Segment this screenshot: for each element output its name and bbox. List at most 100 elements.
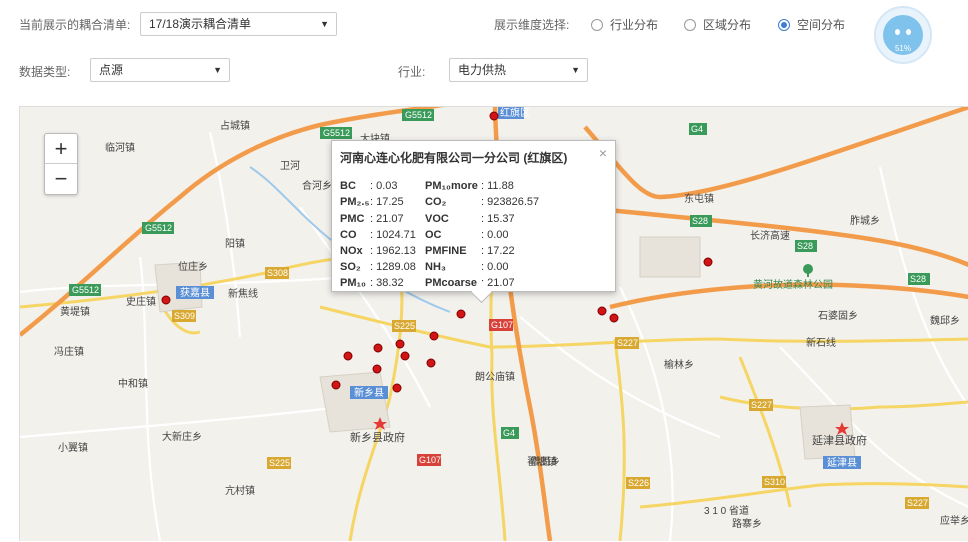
industry-label: 行业: — [398, 65, 426, 79]
datatype-select[interactable]: 点源 ▼ — [90, 58, 230, 82]
place-label: 合河乡 — [302, 179, 332, 192]
point-source-marker[interactable] — [331, 380, 341, 390]
popup-value: : 38.32 — [370, 277, 404, 289]
point-source-marker[interactable] — [395, 339, 405, 349]
point-source-marker[interactable] — [429, 331, 439, 341]
radio-checked-icon — [778, 18, 790, 31]
popup-key: PM₁₀ — [340, 277, 367, 289]
place-label: 僧固乡 — [530, 455, 560, 468]
popup-value-text: 21.07 — [487, 277, 515, 289]
popup-row: PMcoarse: 21.07 — [425, 277, 515, 289]
popup-key: CO₂ — [425, 196, 447, 208]
progress-badge[interactable]: 51% — [874, 6, 932, 64]
close-icon[interactable]: × — [599, 145, 607, 161]
popup-row: OC: 0.00 — [425, 229, 509, 241]
place-label: 大新庄乡 — [162, 430, 202, 443]
popup-key: VOC — [425, 213, 449, 225]
point-source-marker[interactable] — [400, 351, 410, 361]
shield-g5512b-label: G5512 — [405, 110, 432, 120]
popup-row: PMFINE : 17.22 — [425, 245, 515, 257]
shield-s225-label: S225 — [394, 321, 415, 331]
place-label: 临河镇 — [105, 141, 135, 154]
gov-label: 新乡县政府 — [350, 430, 405, 444]
radio-spatial-label: 空间分布 — [797, 18, 846, 32]
place-label: 黄堤镇 — [60, 305, 90, 318]
place-label: 中和镇 — [118, 377, 148, 390]
popup-key: PMFINE — [425, 245, 467, 257]
place-label: 小翼镇 — [58, 441, 88, 454]
point-source-marker[interactable] — [392, 383, 402, 393]
place-label: 东屯镇 — [684, 192, 714, 205]
datatype-label: 数据类型: — [19, 65, 71, 79]
point-source-marker[interactable] — [489, 111, 499, 121]
point-source-marker[interactable] — [703, 257, 713, 267]
radio-region-distribution[interactable]: 区域分布 — [684, 16, 751, 33]
shield-s227b-label: S227 — [751, 400, 772, 410]
popup-value: : 21.07 — [370, 213, 404, 225]
popup-row: CO: 1024.71 — [340, 229, 416, 241]
popup-value: : 17.22 — [481, 245, 515, 257]
popup-value-text: 1962.13 — [376, 245, 416, 257]
place-label: 石婆固乡 — [818, 310, 858, 322]
shield-s28c-label: S28 — [910, 274, 926, 284]
shield-g4b-label: G4 — [503, 428, 515, 438]
radio-region-label: 区域分布 — [703, 18, 752, 32]
popup-value-text: 21.07 — [376, 213, 404, 225]
shield-s227c-label: S227 — [907, 498, 928, 508]
road-label: 长济高速 — [750, 229, 790, 242]
point-source-marker[interactable] — [597, 306, 607, 316]
zoom-out-button[interactable]: − — [45, 164, 77, 193]
popup-row: SO₂: 1289.08 — [340, 261, 416, 273]
shield-g107-label: G107 — [491, 320, 513, 330]
road-label: 新焦线 — [228, 287, 258, 300]
popup-key: PMC — [340, 213, 365, 225]
coupling-list-label: 当前展示的耦合清单: — [19, 18, 131, 32]
popup-value: : 0.00 — [481, 261, 509, 273]
radio-spatial-distribution[interactable]: 空间分布 — [778, 16, 845, 33]
popup-row: CO₂ : 923826.57 — [425, 196, 539, 208]
popup-value-text: 17.22 — [487, 245, 515, 257]
shield-s28-label: S28 — [692, 216, 708, 226]
zoom-in-button[interactable]: + — [45, 134, 77, 164]
info-popup: 河南心连心化肥有限公司一分公司 (红旗区) × BC: 0.03 PM₂.₅: … — [331, 140, 616, 304]
point-source-marker[interactable] — [426, 358, 436, 368]
popup-row: NH₃: 0.00 — [425, 261, 509, 273]
place-label: 占城镇 — [220, 119, 250, 132]
popup-title: 河南心连心化肥有限公司一分公司 (红旗区) — [340, 151, 568, 165]
popup-key: BC — [340, 180, 356, 192]
popup-key: CO — [340, 229, 357, 241]
point-source-marker[interactable] — [161, 295, 171, 305]
popup-row: PM₂.₅: 17.25 — [340, 196, 404, 208]
point-source-marker[interactable] — [609, 313, 619, 323]
progress-percent: 51% — [894, 44, 911, 53]
place-label: 胙城乡 — [850, 214, 880, 227]
map-canvas[interactable]: G5512 G5512 G5512 G5512 G4 G4 S28 S28 S2… — [19, 106, 968, 541]
place-label: 阳镇 — [225, 237, 245, 250]
chevron-down-icon: ▼ — [571, 65, 580, 75]
point-source-marker[interactable] — [343, 351, 353, 361]
point-source-marker[interactable] — [372, 364, 382, 374]
place-label: 位庄乡 — [178, 260, 208, 273]
popup-value-text: 0.00 — [487, 261, 509, 273]
popup-value: : 1962.13 — [370, 245, 416, 257]
chevron-down-icon: ▼ — [320, 19, 329, 29]
point-source-marker[interactable] — [373, 343, 383, 353]
coupling-list-value: 17/18演示耦合清单 — [149, 17, 252, 31]
industry-select[interactable]: 电力供热 ▼ — [449, 58, 588, 82]
shield-s309-label: S309 — [174, 311, 195, 321]
place-label: 路寨乡 — [732, 517, 762, 530]
shield-s28b-label: S28 — [797, 241, 813, 251]
popup-value: : 1289.08 — [370, 261, 416, 273]
eye-icon — [906, 29, 911, 35]
popup-value-text: 0.03 — [376, 180, 398, 192]
zoom-control: + − — [44, 133, 78, 195]
popup-value: : 923826.57 — [481, 196, 540, 208]
popup-key: PM₁₀more — [425, 180, 478, 192]
park-icon — [803, 264, 813, 277]
coupling-list-select[interactable]: 17/18演示耦合清单 ▼ — [140, 12, 337, 36]
shield-g5512-label: G5512 — [323, 128, 350, 138]
popup-value-text: 923826.57 — [487, 196, 540, 208]
popup-value-text: 1289.08 — [376, 261, 416, 273]
radio-industry-distribution[interactable]: 行业分布 — [591, 16, 658, 33]
point-source-marker[interactable] — [456, 309, 466, 319]
